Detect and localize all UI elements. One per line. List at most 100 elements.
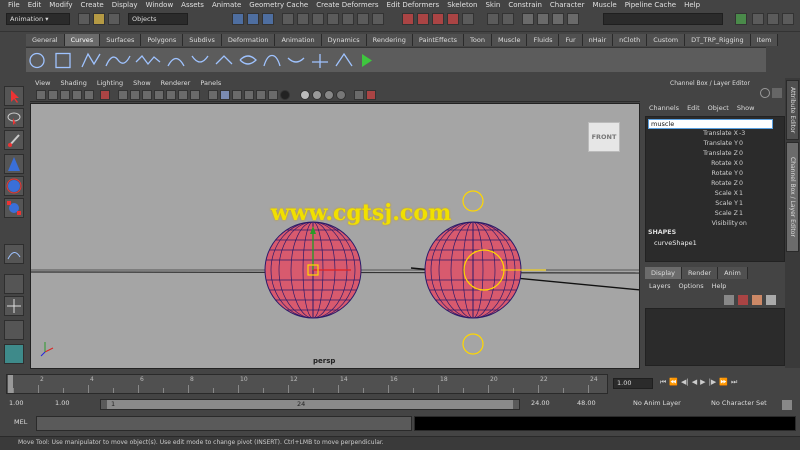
tool-settings-toggle-icon[interactable] (767, 13, 779, 25)
menu-skin[interactable]: Skin (481, 0, 504, 10)
snap-to-grid-icon[interactable] (402, 13, 414, 25)
play-forward-icon[interactable]: ▶ (700, 378, 705, 390)
layer-tab-anim[interactable]: Anim (718, 267, 748, 279)
time-slider-track[interactable]: 2 4 6 8 10 12 14 16 18 20 22 24 (6, 374, 608, 394)
safe-action-icon[interactable] (178, 90, 188, 100)
menu-constrain[interactable]: Constrain (504, 0, 546, 10)
layer-tab-render[interactable]: Render (681, 267, 719, 279)
step-back-icon[interactable]: ⏪ (669, 378, 678, 390)
selection-mode-dropdown[interactable]: Objects (128, 13, 188, 25)
rotate-tool-icon[interactable] (4, 176, 24, 196)
layer-menu-options[interactable]: Options (675, 280, 708, 292)
layer-tab-display[interactable]: Display (645, 267, 682, 279)
channel-attr-value[interactable]: -3 (739, 129, 745, 139)
xray-joints-icon[interactable] (312, 90, 322, 100)
attribute-editor-toggle-icon[interactable] (752, 13, 764, 25)
mask-curves-icon[interactable] (297, 13, 309, 25)
panel-menu-show[interactable]: Show (128, 78, 156, 88)
channel-menu-show[interactable]: Show (733, 102, 759, 114)
select-by-component-icon[interactable] (262, 13, 274, 25)
animation-end-field[interactable]: 48.00 (574, 399, 616, 410)
shelf-tab-dt-trp-rigging[interactable]: DT_TRP_Rigging (685, 34, 751, 46)
channel-attr-value[interactable]: 1 (739, 209, 743, 219)
channel-attr-translate-y[interactable]: Translate Y0 (646, 139, 774, 149)
output-ops-icon[interactable] (502, 13, 514, 25)
render-current-frame-icon[interactable] (537, 13, 549, 25)
animation-start-field[interactable]: 1.00 (6, 399, 48, 410)
hq-render-icon[interactable] (336, 90, 346, 100)
wireframe-icon[interactable] (208, 90, 218, 100)
channel-attr-value[interactable]: 0 (739, 139, 743, 149)
textured-icon[interactable] (256, 90, 266, 100)
image-plane-icon[interactable] (72, 90, 82, 100)
channel-attr-scale-x[interactable]: Scale X1 (646, 189, 774, 199)
mask-surfaces-icon[interactable] (312, 13, 324, 25)
mask-rendering-icon[interactable] (357, 13, 369, 25)
anim-layer-dropdown[interactable]: No Anim Layer (630, 399, 700, 410)
character-set-dropdown[interactable]: No Character Set (708, 399, 778, 410)
grease-pencil-icon[interactable] (100, 90, 110, 100)
shadows-icon[interactable] (280, 90, 290, 100)
object-name-field[interactable]: muscle (648, 119, 773, 129)
menu-window[interactable]: Window (142, 0, 178, 10)
mask-dynamics-icon[interactable] (342, 13, 354, 25)
menu-help[interactable]: Help (680, 0, 704, 10)
shelf-tab-nhair[interactable]: nHair (582, 34, 614, 46)
safe-title-icon[interactable] (190, 90, 200, 100)
use-all-lights-icon[interactable] (268, 90, 278, 100)
shelf-tab-fluids[interactable]: Fluids (527, 34, 560, 46)
mask-joints-icon[interactable] (282, 13, 294, 25)
xray-active-icon[interactable] (324, 90, 334, 100)
quick-select-field[interactable] (603, 13, 723, 25)
gate-mask-icon[interactable] (154, 90, 164, 100)
channel-attr-value[interactable]: 1 (739, 189, 743, 199)
animation-preferences-icon[interactable] (782, 400, 792, 410)
channel-attr-value[interactable]: 1 (739, 199, 743, 209)
shelf-tab-curves[interactable]: Curves (64, 34, 101, 46)
aa-icon[interactable] (354, 90, 364, 100)
render-settings-icon[interactable] (567, 13, 579, 25)
select-by-hierarchy-icon[interactable] (232, 13, 244, 25)
make-live-icon[interactable] (462, 13, 474, 25)
ipr-render-icon[interactable] (552, 13, 564, 25)
next-key-icon[interactable]: |▶ (709, 378, 717, 390)
range-handle[interactable]: 1 24 (107, 400, 513, 409)
snap-to-view-plane-icon[interactable] (447, 13, 459, 25)
layer-menu-layers[interactable]: Layers (645, 280, 675, 292)
shelf-tab-toon[interactable]: Toon (464, 34, 492, 46)
go-to-start-icon[interactable]: ⏮ (660, 378, 666, 390)
paint-select-tool-icon[interactable] (4, 130, 24, 150)
wireframe-on-shaded-icon[interactable] (232, 90, 242, 100)
menu-muscle[interactable]: Muscle (588, 0, 620, 10)
new-layer-selected-icon[interactable] (738, 295, 748, 305)
step-forward-icon[interactable]: ⏩ (719, 378, 728, 390)
channel-menu-edit[interactable]: Edit (683, 102, 704, 114)
menu-file[interactable]: File (4, 0, 24, 10)
command-language-label[interactable]: MEL (14, 418, 27, 426)
persp-viewport[interactable]: FRONT www.cgtsj.com persp (30, 103, 640, 369)
channel-menu-channels[interactable]: Channels (645, 102, 683, 114)
scale-tool-icon[interactable] (4, 198, 24, 218)
shelf-tab-dynamics[interactable]: Dynamics (321, 34, 367, 46)
shelf-tab-muscle[interactable]: Muscle (491, 34, 528, 46)
move-layer-down-icon[interactable] (766, 295, 776, 305)
resolution-gate-icon[interactable] (142, 90, 152, 100)
snap-to-curve-icon[interactable] (417, 13, 429, 25)
channel-attr-scale-z[interactable]: Scale Z1 (646, 209, 774, 219)
channel-attr-rotate-x[interactable]: Rotate X0 (646, 159, 774, 169)
channel-box-close-icon[interactable] (772, 88, 782, 98)
layer-list[interactable] (645, 308, 785, 366)
mask-deformers-icon[interactable] (327, 13, 339, 25)
playback-start-field[interactable]: 1.00 (52, 399, 94, 410)
shelf-tab-animation[interactable]: Animation (275, 34, 322, 46)
shelf-tab-item[interactable]: Item (750, 34, 779, 46)
panel-menu-panels[interactable]: Panels (195, 78, 226, 88)
panel-menu-renderer[interactable]: Renderer (156, 78, 196, 88)
shelf-tab-general[interactable]: General (26, 34, 65, 46)
isolate-select-icon[interactable] (300, 90, 310, 100)
shelf-tab-surfaces[interactable]: Surfaces (100, 34, 142, 46)
render-view-icon[interactable] (522, 13, 534, 25)
channel-box-settings-icon[interactable] (760, 88, 770, 98)
snap-to-point-icon[interactable] (432, 13, 444, 25)
shelf-tab-polygons[interactable]: Polygons (141, 34, 184, 46)
